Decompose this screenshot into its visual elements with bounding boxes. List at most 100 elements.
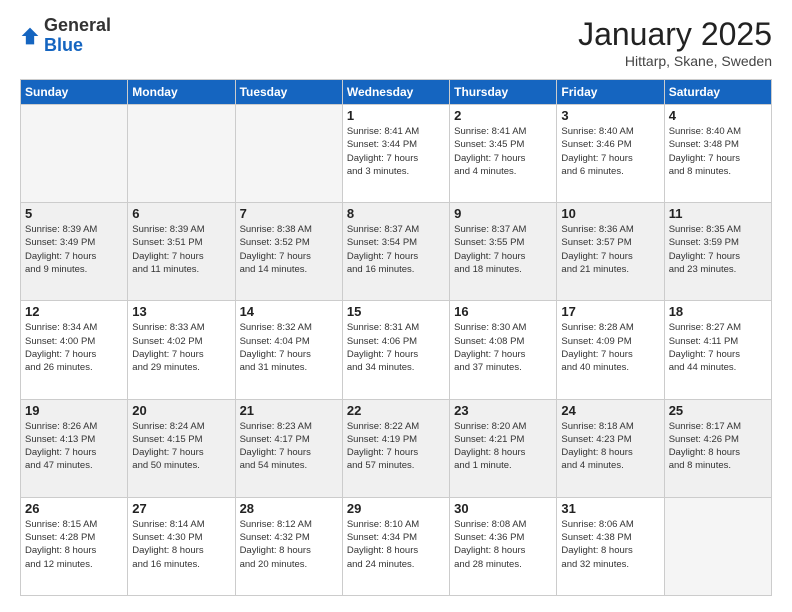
calendar-day-cell: [235, 105, 342, 203]
day-info: Sunrise: 8:28 AM Sunset: 4:09 PM Dayligh…: [561, 321, 659, 374]
day-info: Sunrise: 8:41 AM Sunset: 3:45 PM Dayligh…: [454, 125, 552, 178]
day-info: Sunrise: 8:35 AM Sunset: 3:59 PM Dayligh…: [669, 223, 767, 276]
day-number: 28: [240, 501, 338, 516]
day-number: 24: [561, 403, 659, 418]
calendar-day-cell: 31 Sunrise: 8:06 AM Sunset: 4:38 PM Dayli…: [557, 497, 664, 595]
day-info: Sunrise: 8:36 AM Sunset: 3:57 PM Dayligh…: [561, 223, 659, 276]
calendar-day-cell: [128, 105, 235, 203]
day-number: 1: [347, 108, 445, 123]
day-info: Sunrise: 8:40 AM Sunset: 3:46 PM Dayligh…: [561, 125, 659, 178]
weekday-header-friday: Friday: [557, 80, 664, 105]
day-info: Sunrise: 8:37 AM Sunset: 3:55 PM Dayligh…: [454, 223, 552, 276]
day-info: Sunrise: 8:14 AM Sunset: 4:30 PM Dayligh…: [132, 518, 230, 571]
calendar-day-cell: 21 Sunrise: 8:23 AM Sunset: 4:17 PM Dayli…: [235, 399, 342, 497]
calendar-day-cell: 15 Sunrise: 8:31 AM Sunset: 4:06 PM Dayli…: [342, 301, 449, 399]
weekday-header-sunday: Sunday: [21, 80, 128, 105]
day-number: 2: [454, 108, 552, 123]
day-info: Sunrise: 8:17 AM Sunset: 4:26 PM Dayligh…: [669, 420, 767, 473]
day-number: 15: [347, 304, 445, 319]
logo-blue: Blue: [44, 35, 83, 55]
calendar-day-cell: 27 Sunrise: 8:14 AM Sunset: 4:30 PM Dayli…: [128, 497, 235, 595]
day-info: Sunrise: 8:15 AM Sunset: 4:28 PM Dayligh…: [25, 518, 123, 571]
day-info: Sunrise: 8:31 AM Sunset: 4:06 PM Dayligh…: [347, 321, 445, 374]
day-number: 13: [132, 304, 230, 319]
calendar-day-cell: 13 Sunrise: 8:33 AM Sunset: 4:02 PM Dayli…: [128, 301, 235, 399]
day-number: 5: [25, 206, 123, 221]
calendar-day-cell: 11 Sunrise: 8:35 AM Sunset: 3:59 PM Dayli…: [664, 203, 771, 301]
calendar-week-row: 19Sunrise: 8:26 AM Sunset: 4:13 PM Dayli…: [21, 399, 772, 497]
calendar-day-cell: 22 Sunrise: 8:22 AM Sunset: 4:19 PM Dayli…: [342, 399, 449, 497]
day-info: Sunrise: 8:10 AM Sunset: 4:34 PM Dayligh…: [347, 518, 445, 571]
logo-general: General: [44, 15, 111, 35]
logo-text: General Blue: [44, 16, 111, 56]
day-number: 27: [132, 501, 230, 516]
weekday-header-thursday: Thursday: [450, 80, 557, 105]
day-info: Sunrise: 8:27 AM Sunset: 4:11 PM Dayligh…: [669, 321, 767, 374]
day-number: 10: [561, 206, 659, 221]
day-number: 19: [25, 403, 123, 418]
calendar-day-cell: 23 Sunrise: 8:20 AM Sunset: 4:21 PM Dayli…: [450, 399, 557, 497]
calendar-day-cell: 1 Sunrise: 8:41 AM Sunset: 3:44 PM Daylig…: [342, 105, 449, 203]
day-info: Sunrise: 8:24 AM Sunset: 4:15 PM Dayligh…: [132, 420, 230, 473]
page: General Blue January 2025 Hittarp, Skane…: [0, 0, 792, 612]
day-info: Sunrise: 8:18 AM Sunset: 4:23 PM Dayligh…: [561, 420, 659, 473]
calendar-week-row: 12Sunrise: 8:34 AM Sunset: 4:00 PM Dayli…: [21, 301, 772, 399]
day-info: Sunrise: 8:08 AM Sunset: 4:36 PM Dayligh…: [454, 518, 552, 571]
day-number: 12: [25, 304, 123, 319]
day-info: Sunrise: 8:32 AM Sunset: 4:04 PM Dayligh…: [240, 321, 338, 374]
day-number: 21: [240, 403, 338, 418]
calendar-day-cell: 4Sunrise: 8:40 AM Sunset: 3:48 PM Daylig…: [664, 105, 771, 203]
calendar-day-cell: 26 Sunrise: 8:15 AM Sunset: 4:28 PM Dayli…: [21, 497, 128, 595]
calendar-day-cell: 10 Sunrise: 8:36 AM Sunset: 3:57 PM Dayli…: [557, 203, 664, 301]
logo: General Blue: [20, 16, 111, 56]
calendar-day-cell: 6 Sunrise: 8:39 AM Sunset: 3:51 PM Daylig…: [128, 203, 235, 301]
day-number: 8: [347, 206, 445, 221]
day-number: 20: [132, 403, 230, 418]
day-number: 17: [561, 304, 659, 319]
day-number: 9: [454, 206, 552, 221]
calendar-day-cell: 28Sunrise: 8:12 AM Sunset: 4:32 PM Dayli…: [235, 497, 342, 595]
day-info: Sunrise: 8:20 AM Sunset: 4:21 PM Dayligh…: [454, 420, 552, 473]
calendar-day-cell: 20 Sunrise: 8:24 AM Sunset: 4:15 PM Dayli…: [128, 399, 235, 497]
calendar-day-cell: 7 Sunrise: 8:38 AM Sunset: 3:52 PM Daylig…: [235, 203, 342, 301]
calendar-day-cell: 8Sunrise: 8:37 AM Sunset: 3:54 PM Daylig…: [342, 203, 449, 301]
calendar-day-cell: 9 Sunrise: 8:37 AM Sunset: 3:55 PM Daylig…: [450, 203, 557, 301]
day-number: 29: [347, 501, 445, 516]
day-number: 18: [669, 304, 767, 319]
day-info: Sunrise: 8:39 AM Sunset: 3:51 PM Dayligh…: [132, 223, 230, 276]
calendar-day-cell: 29 Sunrise: 8:10 AM Sunset: 4:34 PM Dayli…: [342, 497, 449, 595]
calendar-day-cell: 18 Sunrise: 8:27 AM Sunset: 4:11 PM Dayli…: [664, 301, 771, 399]
day-info: Sunrise: 8:39 AM Sunset: 3:49 PM Dayligh…: [25, 223, 123, 276]
weekday-header-saturday: Saturday: [664, 80, 771, 105]
day-info: Sunrise: 8:38 AM Sunset: 3:52 PM Dayligh…: [240, 223, 338, 276]
calendar-day-cell: [664, 497, 771, 595]
day-info: Sunrise: 8:30 AM Sunset: 4:08 PM Dayligh…: [454, 321, 552, 374]
calendar-day-cell: 17 Sunrise: 8:28 AM Sunset: 4:09 PM Dayli…: [557, 301, 664, 399]
day-info: Sunrise: 8:41 AM Sunset: 3:44 PM Dayligh…: [347, 125, 445, 178]
calendar-day-cell: 16Sunrise: 8:30 AM Sunset: 4:08 PM Dayli…: [450, 301, 557, 399]
day-number: 7: [240, 206, 338, 221]
calendar-day-cell: 12Sunrise: 8:34 AM Sunset: 4:00 PM Dayli…: [21, 301, 128, 399]
day-info: Sunrise: 8:22 AM Sunset: 4:19 PM Dayligh…: [347, 420, 445, 473]
weekday-header-tuesday: Tuesday: [235, 80, 342, 105]
day-number: 6: [132, 206, 230, 221]
day-number: 14: [240, 304, 338, 319]
day-info: Sunrise: 8:33 AM Sunset: 4:02 PM Dayligh…: [132, 321, 230, 374]
calendar-day-cell: 5 Sunrise: 8:39 AM Sunset: 3:49 PM Daylig…: [21, 203, 128, 301]
day-number: 22: [347, 403, 445, 418]
calendar-subtitle: Hittarp, Skane, Sweden: [578, 53, 772, 69]
title-block: January 2025 Hittarp, Skane, Sweden: [578, 16, 772, 69]
day-number: 31: [561, 501, 659, 516]
weekday-header-monday: Monday: [128, 80, 235, 105]
calendar-day-cell: 3Sunrise: 8:40 AM Sunset: 3:46 PM Daylig…: [557, 105, 664, 203]
header: General Blue January 2025 Hittarp, Skane…: [20, 16, 772, 69]
day-info: Sunrise: 8:06 AM Sunset: 4:38 PM Dayligh…: [561, 518, 659, 571]
logo-icon: [20, 26, 40, 46]
day-number: 23: [454, 403, 552, 418]
day-number: 30: [454, 501, 552, 516]
calendar-day-cell: [21, 105, 128, 203]
day-number: 26: [25, 501, 123, 516]
day-info: Sunrise: 8:40 AM Sunset: 3:48 PM Dayligh…: [669, 125, 767, 178]
day-info: Sunrise: 8:23 AM Sunset: 4:17 PM Dayligh…: [240, 420, 338, 473]
day-number: 11: [669, 206, 767, 221]
